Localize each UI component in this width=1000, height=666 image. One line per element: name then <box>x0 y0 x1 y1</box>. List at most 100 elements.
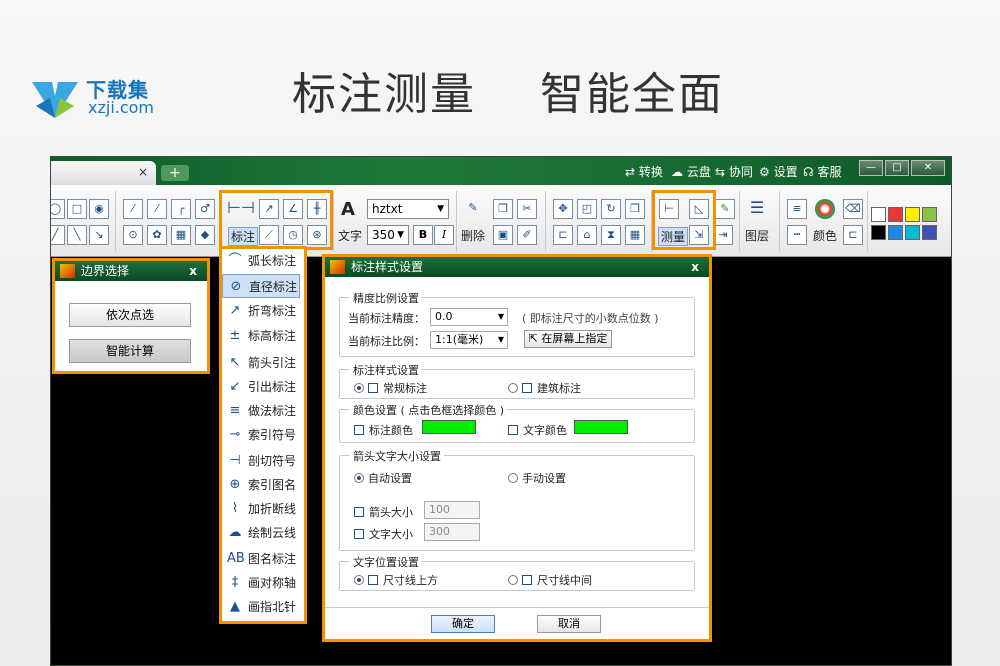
swatch-white[interactable] <box>871 207 886 222</box>
color-wheel-icon[interactable] <box>815 199 835 219</box>
swatch-cyan[interactable] <box>905 225 920 240</box>
dim-menu-item[interactable]: ⊕ 索引图名 <box>222 473 300 497</box>
delete-label[interactable]: 删除 <box>461 227 485 244</box>
copy-icon[interactable]: ❐ <box>493 199 513 219</box>
rotate-icon[interactable]: ↻ <box>601 199 621 219</box>
precision-group-label: 精度比例设置 <box>350 290 422 306</box>
position-group: 文字位置设置 尺寸线上方 尺寸线中间 <box>339 554 695 591</box>
measure-pen-icon[interactable]: ✎ <box>715 199 735 219</box>
line-type-icon[interactable]: ┅ <box>787 225 807 245</box>
break-tool-icon[interactable]: ⁄ <box>123 199 143 219</box>
trim-tool-icon[interactable]: ⁄ <box>147 199 167 219</box>
gear-tool-icon[interactable]: ✿ <box>147 225 167 245</box>
maximize-button[interactable]: □ <box>885 160 909 176</box>
size-auto-radio[interactable]: 自动设置 <box>354 470 412 486</box>
dim-menu-item[interactable]: ↖ 箭头引注 <box>222 351 300 375</box>
cut-icon[interactable]: ✂ <box>517 199 537 219</box>
measure-import-icon[interactable]: ⇥ <box>713 225 733 245</box>
tab-close-icon[interactable]: × <box>138 165 148 179</box>
point-select-button[interactable]: 依次点选 <box>69 303 191 327</box>
dim-menu-item[interactable]: ⌇ 加折断线 <box>222 497 300 521</box>
scale-icon[interactable]: ◰ <box>577 199 597 219</box>
pos-middle-radio[interactable]: 尺寸线中间 <box>508 572 592 588</box>
swatch-red[interactable] <box>888 207 903 222</box>
swatch-blue[interactable] <box>888 225 903 240</box>
dim-menu-item[interactable]: ☁ 绘制云线 <box>222 521 300 545</box>
menu-convert[interactable]: ⇄ 转换 <box>625 163 663 180</box>
precision-select[interactable]: 0.0 ▼ <box>430 308 508 326</box>
font-size-select[interactable]: 350 ▼ <box>367 225 409 245</box>
scale-select[interactable]: 1:1(毫米) ▼ <box>430 331 508 349</box>
dim-menu-item[interactable]: ⊸ 索引符号 <box>222 423 300 447</box>
arrow-line-icon[interactable]: ↘ <box>89 225 109 245</box>
dim-menu-item[interactable]: AB 图名标注 <box>222 547 300 571</box>
minimize-button[interactable]: — <box>859 160 883 176</box>
move-icon[interactable]: ✥ <box>553 199 573 219</box>
pick-on-screen-button[interactable]: ⇱ 在屏幕上指定 <box>524 330 612 348</box>
style-normal-radio[interactable]: 常规标注 <box>354 380 427 396</box>
color-label[interactable]: 颜色 <box>813 227 837 244</box>
text-color-swatch[interactable] <box>574 420 628 434</box>
style-arch-radio[interactable]: 建筑标注 <box>508 380 581 396</box>
new-tab-button[interactable]: + <box>161 165 189 181</box>
stretch-icon[interactable]: ⊏ <box>553 225 573 245</box>
hatch-tool-icon[interactable]: ▦ <box>171 225 191 245</box>
diag-line-icon[interactable]: ╲ <box>67 225 87 245</box>
mirror-icon[interactable]: ⧗ <box>601 225 621 245</box>
bold-button[interactable]: B <box>413 225 433 245</box>
rectangle-tool-icon[interactable]: □ <box>67 199 87 219</box>
array-icon[interactable]: ▦ <box>625 225 645 245</box>
layers-icon[interactable]: ☰ <box>747 199 767 219</box>
close-window-button[interactable]: ✕ <box>911 160 945 176</box>
swatch-yellow[interactable] <box>905 207 920 222</box>
eraser-icon[interactable]: ✎ <box>463 199 483 219</box>
dim-menu-item[interactable]: ⌒ 弧长标注 <box>222 249 300 273</box>
text-tool-icon[interactable]: A <box>341 199 355 220</box>
paste-icon[interactable]: ▣ <box>493 225 513 245</box>
swatch-indigo[interactable] <box>922 225 937 240</box>
font-name-select[interactable]: hztxt ▼ <box>367 199 449 219</box>
italic-button[interactable]: I <box>434 225 454 245</box>
close-icon[interactable]: x <box>691 257 699 277</box>
document-tab[interactable]: × <box>51 161 156 185</box>
dim-menu-item[interactable]: ↗ 折弯标注 <box>222 299 300 323</box>
menu-settings[interactable]: ⚙ 设置 <box>759 163 798 180</box>
text-size-input[interactable]: 300 <box>424 523 480 541</box>
menu-cloud[interactable]: ☁ 云盘 <box>671 163 711 180</box>
menu-collaborate[interactable]: ⇆ 协同 <box>715 163 753 180</box>
size-manual-radio[interactable]: 手动设置 <box>508 470 566 486</box>
dim-menu-item[interactable]: ≡ 做法标注 <box>222 399 300 423</box>
line-weight-icon[interactable]: ≡ <box>787 199 807 219</box>
pos-above-radio[interactable]: 尺寸线上方 <box>354 572 438 588</box>
dim-color-swatch[interactable] <box>422 420 476 434</box>
close-icon[interactable]: x <box>189 261 197 281</box>
circle-tool-icon[interactable]: ⊙ <box>123 225 143 245</box>
dim-menu-item[interactable]: ⊘ 直径标注 <box>222 274 300 298</box>
dim-menu-item[interactable]: ‡ 画对称轴 <box>222 571 300 595</box>
eraser-small-icon[interactable]: ⌫ <box>843 199 863 219</box>
chevron-down-icon: ▼ <box>397 230 404 240</box>
dim-menu-item[interactable]: ▲ 画指北针 <box>222 595 300 619</box>
3d-icon[interactable]: ❒ <box>625 199 645 219</box>
fill-tool-icon[interactable]: ◆ <box>195 225 215 245</box>
swatch-black[interactable] <box>871 225 886 240</box>
swatch-green[interactable] <box>922 207 937 222</box>
arrow-size-input[interactable]: 100 <box>424 501 480 519</box>
menu-service[interactable]: ☊ 客服 <box>803 163 841 180</box>
dim-menu-item[interactable]: ± 标高标注 <box>222 324 300 348</box>
eye-tool-icon[interactable]: ◉ <box>89 199 109 219</box>
cancel-button[interactable]: 取消 <box>537 615 601 633</box>
ellipse-tool-icon[interactable]: ◯ <box>51 199 65 219</box>
brush-icon[interactable]: ✐ <box>517 225 537 245</box>
ok-button[interactable]: 确定 <box>431 615 495 633</box>
car-icon[interactable]: ⊏ <box>843 225 863 245</box>
smart-calc-button[interactable]: 智能计算 <box>69 339 191 363</box>
chamfer-tool-icon[interactable]: ♂ <box>195 199 215 219</box>
dim-menu-item[interactable]: ↙ 引出标注 <box>222 375 300 399</box>
line-tool-icon[interactable]: ╱ <box>51 225 65 245</box>
chevron-down-icon: ▼ <box>497 335 504 344</box>
fillet-tool-icon[interactable]: ╭ <box>171 199 191 219</box>
offset-icon[interactable]: ⌂ <box>577 225 597 245</box>
dim-menu-item[interactable]: ⊣ 剖切符号 <box>222 449 300 473</box>
layers-label[interactable]: 图层 <box>745 227 769 244</box>
